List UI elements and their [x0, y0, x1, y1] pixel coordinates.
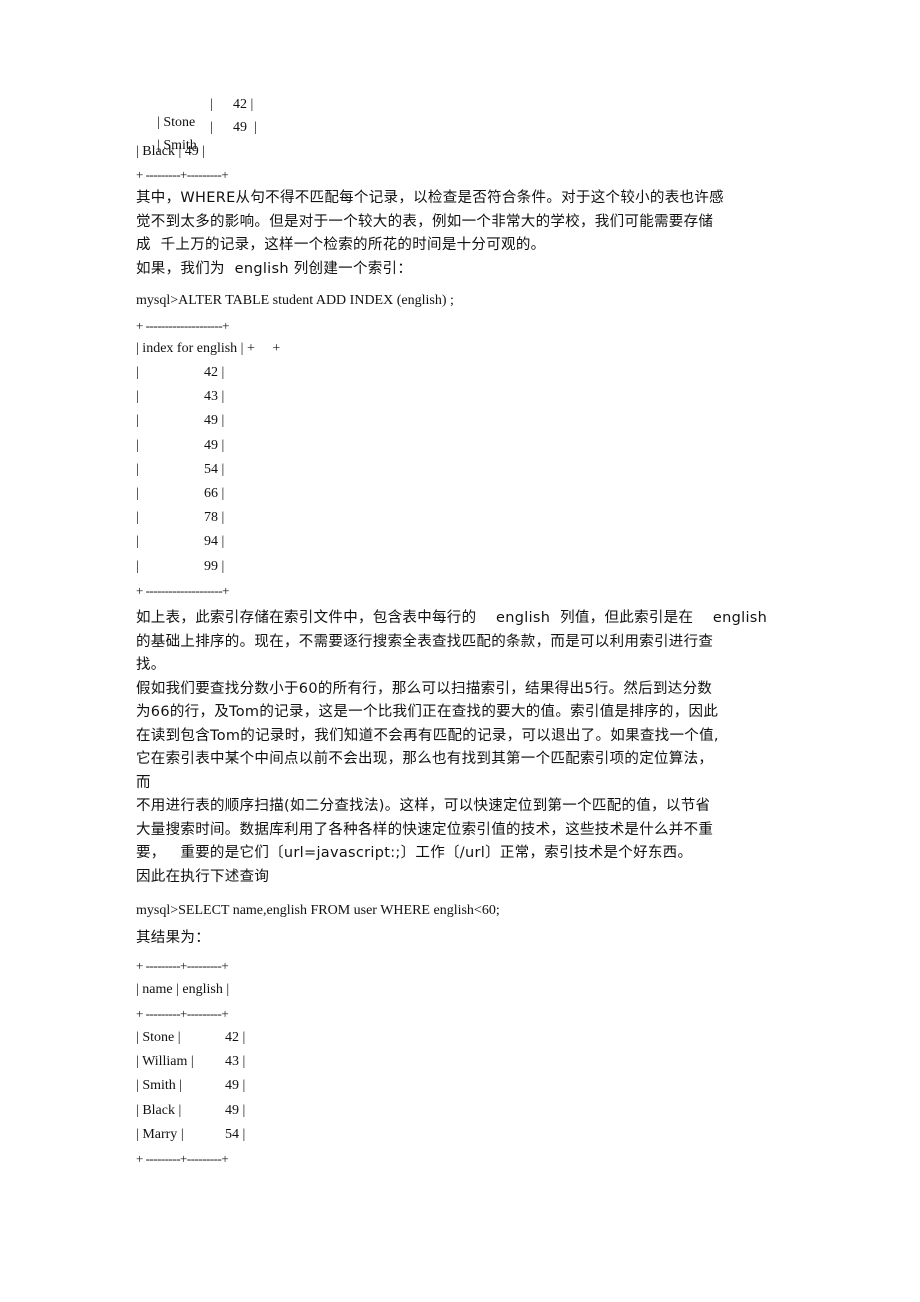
paragraph-line: 找。 — [136, 657, 166, 673]
row-english-text: 54 — [225, 1127, 239, 1142]
row-left-border: | — [136, 462, 139, 477]
sql-select-query: mysql>SELECT name,english FROM user WHER… — [136, 903, 500, 918]
paragraph-line: 因此在执行下述查询 — [136, 868, 270, 885]
row-english: 42 | — [225, 1030, 246, 1045]
row-name-text: Black — [142, 1103, 175, 1118]
paragraph-line: 成 千上万的记录，这样一个检索的所花的时间是十分可观的。 — [136, 237, 546, 253]
sql-alter-table: mysql>ALTER TABLE student ADD INDEX (eng… — [136, 293, 454, 308]
row-name: | Marry | — [136, 1127, 184, 1142]
row-english-value: 42 — [233, 97, 247, 112]
table-header: | index for english | + + — [136, 341, 281, 356]
column-divider: | — [210, 120, 213, 135]
table-header: | name | english | — [136, 982, 230, 997]
row-left-border: | — [136, 510, 139, 525]
index-value-text: 43 — [204, 389, 218, 404]
row-left-border: | — [136, 438, 139, 453]
row-left-border: | — [136, 534, 139, 549]
table-border-top: + ---------+---------+ — [136, 958, 229, 973]
paragraph-line: 而 — [136, 774, 151, 791]
row-english-text: 49 — [225, 1078, 239, 1093]
index-value: 66 | — [204, 486, 225, 501]
paragraph-line: 如果，我们为 english 列创建一个索引： — [136, 260, 413, 277]
result-label: 其结果为： — [136, 930, 210, 946]
table-border-bottom: + --------------------+ — [136, 583, 230, 598]
row-name-text: Stone — [142, 1030, 175, 1045]
document-page: | Stone | 42 | | Smith | 49 | | Black | … — [0, 0, 920, 1302]
paragraph-line: 要， 重要的是它们〔url=javascript:;〕工作〔/url〕正常，索引… — [136, 845, 693, 861]
row-name: | Stone | — [136, 1030, 181, 1045]
table-border-bottom: + ---------+---------+ — [136, 1151, 229, 1166]
index-value: 49 | — [204, 413, 225, 428]
row-english: 42 | — [233, 97, 254, 112]
index-value-text: 66 — [204, 486, 218, 501]
paragraph-line: 如上表，此索引存储在索引文件中，包含表中每行的 english 列值，但此索引是… — [136, 610, 768, 626]
paragraph-line: 为66的行，及Tom的记录，这是一个比我们正在查找的要大的值。索引值是排序的，因… — [136, 704, 719, 720]
paragraph-line: 在读到包含Tom的记录时，我们知道不会再有匹配的记录，可以退出了。如果查找一个值… — [136, 727, 719, 744]
index-value: 94 | — [204, 534, 225, 549]
row-left-border: | — [136, 389, 139, 404]
row-english: 49 | — [233, 120, 257, 135]
index-value-text: 99 — [204, 559, 218, 574]
index-value-text: 42 — [204, 365, 218, 380]
paragraph-line: 觉不到太多的影响。但是对于一个较大的表，例如一个非常大的学校，我们可能需要存储 — [136, 213, 714, 230]
index-value: 78 | — [204, 510, 225, 525]
column-divider: | — [210, 97, 213, 112]
row-english-text: 42 — [225, 1030, 239, 1045]
row-english-value: 49 — [233, 120, 247, 135]
row-left-border: | — [136, 559, 139, 574]
row-name: | Black | — [136, 1103, 182, 1118]
row-english-text: 49 — [225, 1103, 239, 1118]
index-value: 43 | — [204, 389, 225, 404]
index-value-text: 49 — [204, 413, 218, 428]
paragraph-line: 其中，WHERE从句不得不匹配每个记录，以检查是否符合条件。对于这个较小的表也许… — [136, 190, 724, 206]
index-value: 99 | — [204, 559, 225, 574]
index-value: 54 | — [204, 462, 225, 477]
row-name: | William | — [136, 1054, 194, 1069]
paragraph-where-clause: 其中，WHERE从句不得不匹配每个记录，以检查是否符合条件。对于这个较小的表也许… — [136, 187, 801, 281]
index-value: 42 | — [204, 365, 225, 380]
row-name-text: Smith — [142, 1078, 176, 1093]
row-name-text: Marry — [142, 1127, 178, 1142]
paragraph-line: 大量搜索时间。数据库利用了各种各样的快速定位索引值的技术，这些技术是什么并不重 — [136, 821, 714, 838]
index-value-text: 49 — [204, 438, 218, 453]
row-name: | Smith | — [136, 1078, 183, 1093]
row-left-border: | — [136, 486, 139, 501]
paragraph-line: 的基础上排序的。现在，不需要逐行搜索全表查找匹配的条款，而是可以利用索引进行查 — [136, 633, 714, 650]
paragraph-line: 假如我们要查找分数小于60的所有行，那么可以扫描索引，结果得出5行。然后到达分数 — [136, 680, 713, 697]
row-english: 49 | — [225, 1103, 246, 1118]
paragraph-line: 不用进行表的顺序扫描(如二分查找法)。这样，可以快速定位到第一个匹配的值，以节省 — [136, 798, 711, 814]
row-left-border: | — [136, 365, 139, 380]
row-english: 43 | — [225, 1054, 246, 1069]
index-value: 49 | — [204, 438, 225, 453]
table-row-raw: | Black | 49 | — [136, 144, 206, 159]
index-value-text: 54 — [204, 462, 218, 477]
row-left-border: | — [136, 413, 139, 428]
index-value-text: 78 — [204, 510, 218, 525]
row-english-text: 43 — [225, 1054, 239, 1069]
table-border-mid: + ---------+---------+ — [136, 1006, 229, 1021]
row-english: 49 | — [225, 1078, 246, 1093]
row-name-text: William — [142, 1054, 188, 1069]
index-value-text: 94 — [204, 534, 218, 549]
table-border: + ---------+---------+ — [136, 167, 229, 182]
paragraph-index-explanation: 如上表，此索引存储在索引文件中，包含表中每行的 english 列值，但此索引是… — [136, 607, 801, 889]
row-english: 54 | — [225, 1127, 246, 1142]
paragraph-line: 它在索引表中某个中间点以前不会出现，那么也有找到其第一个匹配索引项的定位算法， — [136, 751, 714, 767]
table-border-top: + --------------------+ — [136, 318, 230, 333]
